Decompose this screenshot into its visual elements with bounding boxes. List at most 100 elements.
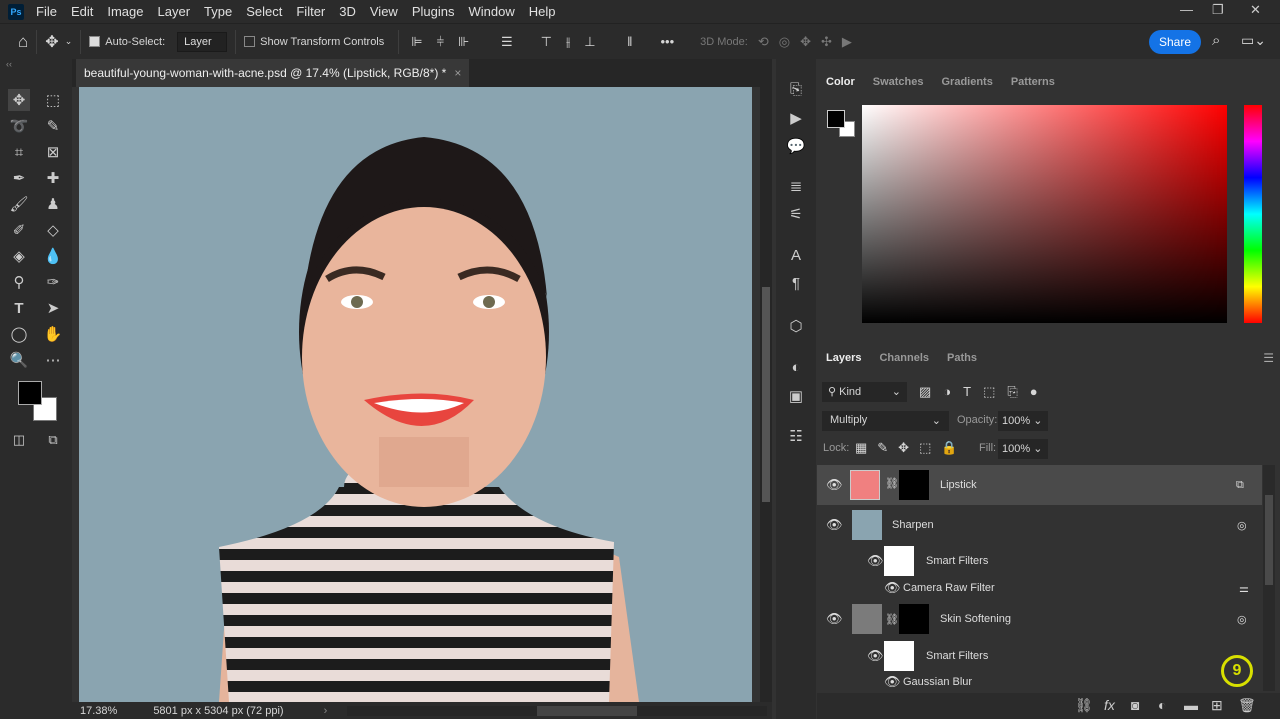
crop-tool-icon[interactable]: ⌗ — [8, 141, 30, 163]
visibility-eye-icon[interactable]: 👁 — [867, 553, 884, 569]
horizontal-scrollbar[interactable] — [347, 705, 768, 716]
new-layer-icon[interactable]: ⊞ — [1211, 697, 1223, 714]
quick-mask-icon[interactable]: ◫ — [8, 429, 30, 451]
zoom-tool-icon[interactable]: 🔍 — [8, 349, 30, 371]
search-icon[interactable]: ⌕ — [1212, 32, 1220, 49]
menu-plugins[interactable]: Plugins — [412, 4, 455, 19]
move-tool-icon[interactable]: ✥ — [8, 89, 30, 111]
paint-bucket-icon[interactable]: ◈ — [8, 245, 30, 267]
color-field[interactable] — [862, 105, 1227, 323]
pen-tool-icon[interactable]: ✑ — [42, 271, 64, 293]
close-window-icon[interactable]: ✕ — [1250, 2, 1261, 18]
marquee-tool-icon[interactable]: ⬚ — [42, 89, 64, 111]
panel-menu-icon[interactable]: ☰ — [1263, 351, 1274, 365]
foreground-color-swatch[interactable] — [18, 381, 42, 405]
link-icon[interactable]: ⛓ — [885, 477, 899, 490]
menu-select[interactable]: Select — [246, 4, 282, 19]
layer-filter-icons[interactable]: ▨◑T⬚⎘● — [919, 384, 1050, 400]
move-tool-icon[interactable]: ✥ — [45, 32, 58, 52]
workspace-icon[interactable]: ▭⌄ — [1241, 32, 1266, 49]
menu-file[interactable]: File — [36, 4, 57, 19]
menu-3d[interactable]: 3D — [339, 4, 356, 19]
visibility-eye-icon[interactable]: 👁 — [826, 517, 843, 533]
close-tab-icon[interactable]: × — [454, 66, 461, 80]
layer-mask-thumbnail[interactable] — [899, 470, 929, 500]
paragraph-icon[interactable]: ¶ — [786, 275, 806, 295]
filter-options-icon[interactable]: ⚌ — [1239, 582, 1249, 595]
adjustments-icon[interactable]: ◐ — [786, 359, 806, 379]
eraser-tool-icon[interactable]: ◇ — [42, 219, 64, 241]
home-icon[interactable]: ⌂ — [18, 32, 28, 52]
fx-icon[interactable]: fx — [1104, 697, 1115, 713]
visibility-eye-icon[interactable]: 👁 — [884, 674, 901, 690]
screen-mode-icon[interactable]: ⧉ — [42, 429, 64, 451]
stamp-tool-icon[interactable]: ♟ — [42, 193, 64, 215]
frame-tool-icon[interactable]: ⊠ — [42, 141, 64, 163]
adjustments-sliders-icon[interactable]: ⚟ — [786, 205, 806, 225]
menu-type[interactable]: Type — [204, 4, 232, 19]
document-tab[interactable]: beautiful-young-woman-with-acne.psd @ 17… — [76, 59, 470, 87]
healing-brush-icon[interactable]: ✚ — [42, 167, 64, 189]
distribute-icons[interactable]: ⊤⫲⊥ ‖ — [541, 34, 647, 50]
menu-view[interactable]: View — [370, 4, 398, 19]
zoom-level[interactable]: 17.38% — [80, 705, 117, 717]
menu-layer[interactable]: Layer — [158, 4, 191, 19]
auto-select-checkbox[interactable] — [89, 36, 101, 47]
hand-tool-icon[interactable]: ✋ — [42, 323, 64, 345]
layer-row-skin[interactable]: 👁 ⛓ Skin Softening ◎ — [817, 601, 1262, 637]
canvas-vertical-scrollbar[interactable] — [760, 87, 772, 702]
actions-play-icon[interactable]: ▶ — [786, 109, 806, 129]
foreground-color-chip[interactable] — [827, 110, 845, 128]
more-options-button[interactable]: ••• — [661, 34, 675, 49]
layer-row-lipstick[interactable]: 👁 ⛓ Lipstick ⧉ — [817, 465, 1262, 505]
new-group-icon[interactable]: ▬ — [1184, 697, 1198, 713]
filter-row-camera-raw[interactable]: 👁 Camera Raw Filter ⚌ — [817, 579, 1262, 597]
visibility-eye-icon[interactable]: 👁 — [826, 477, 843, 493]
smart-filters-row[interactable]: 👁 Smart Filters — [817, 545, 1262, 577]
dodge-tool-icon[interactable]: ⚲ — [8, 271, 30, 293]
delete-layer-icon[interactable]: 🗑 — [1238, 697, 1256, 714]
fill-input[interactable]: 100% ⌄ — [998, 439, 1048, 459]
type-tool-icon[interactable]: T — [8, 297, 30, 319]
menu-image[interactable]: Image — [107, 4, 143, 19]
visibility-eye-icon[interactable]: 👁 — [826, 611, 843, 627]
brush-settings-icon[interactable]: ≣ — [786, 177, 806, 197]
character-icon[interactable]: A — [786, 247, 806, 267]
tab-color[interactable]: Color — [817, 76, 864, 88]
auto-select-target-dropdown[interactable]: Layer — [177, 31, 228, 52]
align-icons[interactable]: ⊫⫩⊪ ☰ — [411, 34, 526, 50]
3d-mode-icons[interactable]: ⟲◎✥✣▶ — [758, 34, 862, 50]
menu-filter[interactable]: Filter — [296, 4, 325, 19]
add-mask-icon[interactable]: ◙ — [1131, 697, 1139, 713]
link-icon[interactable]: ⛓ — [885, 613, 899, 626]
ellipse-tool-icon[interactable]: ◯ — [8, 323, 30, 345]
adjustment-layer-icon[interactable]: ◐ — [1158, 697, 1166, 713]
visibility-eye-icon[interactable]: 👁 — [867, 648, 884, 664]
tab-channels[interactable]: Channels — [870, 352, 938, 364]
eyedropper-tool-icon[interactable]: ✒ — [8, 167, 30, 189]
hue-slider[interactable] — [1244, 105, 1262, 323]
share-button[interactable]: Share — [1149, 30, 1201, 54]
libraries-icon[interactable]: ▣ — [786, 387, 806, 407]
menu-help[interactable]: Help — [529, 4, 556, 19]
link-layers-icon[interactable]: ⛓ — [1075, 697, 1093, 714]
tab-layers[interactable]: Layers — [817, 352, 870, 364]
lasso-tool-icon[interactable]: ➰ — [8, 115, 30, 137]
quick-select-tool-icon[interactable]: ✎ — [42, 115, 64, 137]
minimize-icon[interactable]: — — [1180, 2, 1193, 17]
path-select-icon[interactable]: ➤ — [42, 297, 64, 319]
history-brush-icon[interactable]: ✐ — [8, 219, 30, 241]
show-transform-checkbox[interactable] — [244, 36, 256, 47]
tab-gradients[interactable]: Gradients — [932, 76, 1001, 88]
status-arrow-icon[interactable]: › — [324, 705, 328, 717]
document-canvas[interactable] — [79, 87, 752, 702]
properties-icon[interactable]: ☷ — [786, 427, 806, 447]
blend-mode-dropdown[interactable]: Multiply ⌄ — [822, 411, 949, 431]
blur-tool-icon[interactable]: 💧 — [42, 245, 64, 267]
tab-swatches[interactable]: Swatches — [864, 76, 933, 88]
lock-icons[interactable]: ▦✎✥⬚🔒 — [855, 440, 968, 456]
menu-window[interactable]: Window — [468, 4, 514, 19]
smart-filters-row[interactable]: 👁 Smart Filters — [817, 640, 1262, 672]
layer-mask-thumbnail[interactable] — [899, 604, 929, 634]
restore-icon[interactable]: ❐ — [1212, 2, 1224, 18]
